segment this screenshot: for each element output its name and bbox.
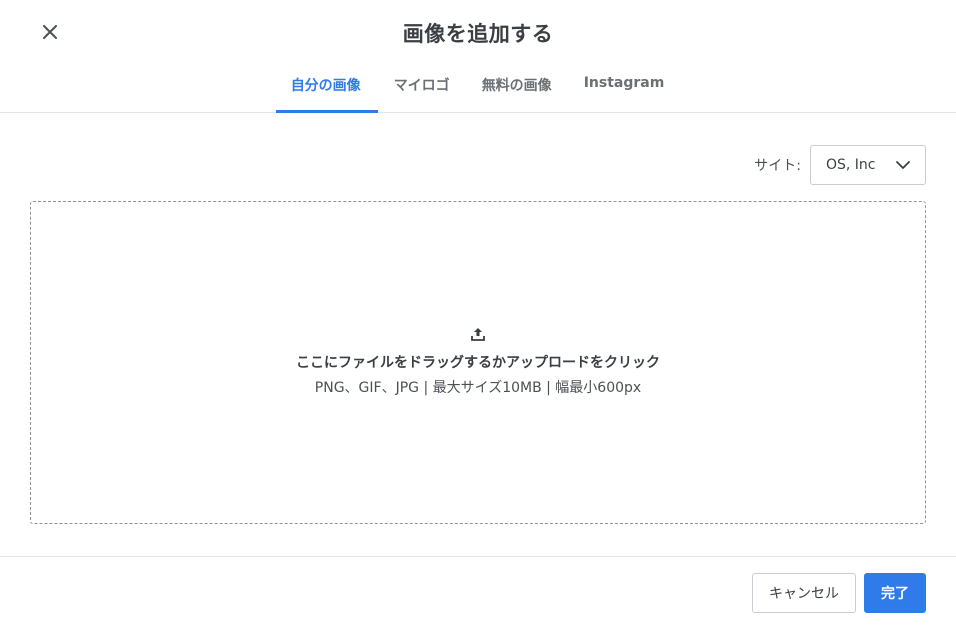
upload-icon	[471, 328, 485, 341]
tab-bar: 自分の画像 マイロゴ 無料の画像 Instagram	[0, 62, 956, 113]
tab-my-logos[interactable]: マイロゴ	[378, 62, 466, 112]
tab-instagram[interactable]: Instagram	[568, 62, 681, 112]
cancel-button[interactable]: キャンセル	[752, 573, 856, 613]
file-requirements: PNG、GIF、JPG | 最大サイズ10MB | 幅最小600px	[314, 380, 642, 396]
modal-title: 画像を追加する	[402, 22, 554, 46]
done-button[interactable]: 完了	[864, 573, 926, 613]
site-selected-value: OS, Inc	[826, 157, 876, 173]
tab-my-images[interactable]: 自分の画像	[275, 62, 378, 113]
tab-free-images[interactable]: 無料の画像	[466, 62, 568, 112]
site-selector-row: サイト: OS, Inc	[754, 145, 926, 185]
site-label: サイト:	[754, 158, 801, 174]
add-image-modal: 画像を追加する 自分の画像 マイロゴ 無料の画像 Instagram サイト: …	[0, 0, 956, 627]
chevron-down-icon	[895, 157, 911, 173]
drop-instruction: ここにファイルをドラッグするかアップロードをクリック	[296, 355, 660, 371]
modal-footer: キャンセル 完了	[0, 556, 956, 627]
site-select[interactable]: OS, Inc	[810, 145, 926, 185]
file-drop-zone[interactable]: ここにファイルをドラッグするかアップロードをクリック PNG、GIF、JPG |…	[30, 201, 926, 524]
